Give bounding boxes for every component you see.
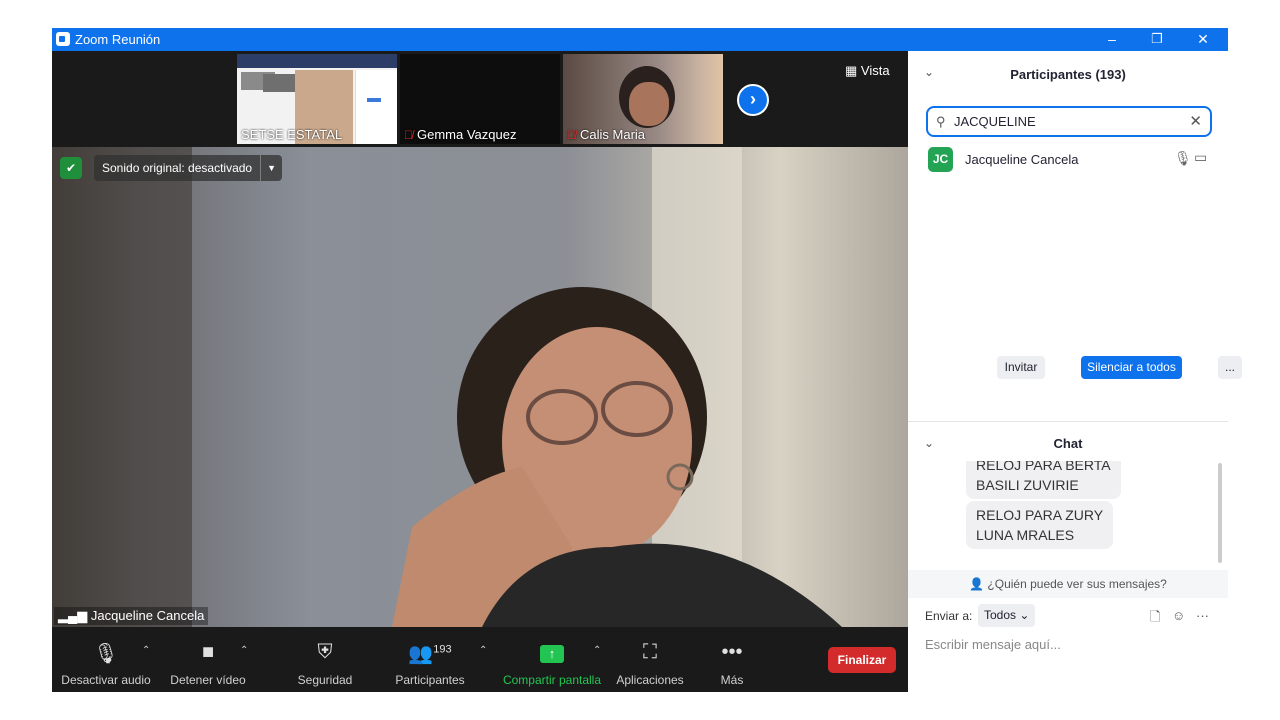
send-to-label: Enviar a: [925, 609, 973, 623]
security-button[interactable]: ⛨ Seguridad [292, 627, 358, 692]
recipient-dropdown[interactable]: Todos ⌄ [978, 604, 1036, 627]
who-can-see-messages[interactable]: 👤 ¿Quién puede ver sus mensajes? [908, 570, 1228, 598]
stop-video-label: Detener vídeo [170, 673, 246, 687]
share-screen-button[interactable]: ↑ Compartir pantalla [500, 627, 604, 692]
share-screen-icon: ↑ [500, 641, 604, 669]
emoji-icon[interactable]: ☺ [1172, 608, 1185, 623]
chat-message-line: RELOJ PARA BERTA [976, 461, 1111, 473]
chat-message-list: RELOJ PARA BERTA BASILI ZUVIRIE RELOJ PA… [908, 461, 1218, 571]
chat-message: RELOJ PARA ZURY LUNA MRALES [966, 501, 1114, 549]
participants-icon: 👥193 [408, 643, 452, 665]
avatar: JC [928, 147, 953, 172]
microphone-icon: 🎙 [93, 643, 119, 665]
participants-label: Participantes [395, 673, 465, 687]
apps-icon: ⛶ [643, 641, 657, 663]
participants-options-caret-icon[interactable]: ⌃ [479, 645, 487, 656]
chat-message-line: LUNA MRALES [976, 527, 1075, 543]
security-label: Seguridad [297, 673, 353, 687]
video-options-caret-icon[interactable]: ⌃ [240, 645, 248, 656]
view-button[interactable]: ▦ Vista [845, 63, 890, 79]
thumbnail-name: SETSE ESTATAL [241, 127, 343, 142]
thumbnail-video[interactable]: 🎙̸ Gemma Vazquez [400, 54, 560, 144]
mic-muted-icon: 🎙̸ [404, 128, 413, 142]
close-button[interactable]: ✕ [1180, 28, 1226, 51]
participants-title: Participantes (193) [1010, 67, 1126, 82]
apps-label: Aplicaciones [616, 673, 684, 687]
thumbnail-name-row: 🎙̸ Calis Maria [567, 127, 645, 142]
mute-all-button[interactable]: Silenciar a todos [1081, 356, 1182, 379]
participants-more-button[interactable]: ... [1218, 356, 1242, 379]
original-sound-label: Sonido original: desactivado [102, 161, 253, 175]
recipient-value: Todos [984, 608, 1017, 622]
video-camera-icon: ■ [201, 641, 215, 663]
chat-message-line: RELOJ PARA ZURY [976, 507, 1104, 523]
share-options-caret-icon[interactable]: ⌃ [593, 645, 601, 656]
restore-button[interactable]: ❐ [1134, 28, 1180, 51]
meeting-toolbar: 🎙 Desactivar audio ⌃ ■ Detener vídeo ⌃ ⛨… [52, 627, 908, 692]
chat-message-line: BASILI ZUVIRIE [976, 477, 1079, 493]
divider [908, 421, 1228, 422]
main-video: ✔ Sonido original: desactivado ▼ ▂▄▆ Jac… [52, 147, 908, 627]
video-stage: SETSE ESTATAL 🎙̸ Gemma Vazquez 🎙̸ Calis Ma… [52, 51, 908, 692]
participant-name: Jacqueline Cancela [965, 152, 1079, 167]
thumbnail-name: Gemma Vazquez [417, 127, 517, 142]
original-sound-toggle[interactable]: Sonido original: desactivado ▼ [94, 155, 283, 181]
chevron-right-icon: › [750, 89, 756, 109]
audio-options-caret-icon[interactable]: ⌃ [142, 645, 150, 656]
apps-button[interactable]: ⛶ Aplicaciones [615, 627, 685, 692]
video-camera-icon[interactable]: ▭ [1194, 149, 1207, 166]
chat-message-input[interactable]: Escribir mensaje aquí... [925, 637, 1061, 652]
chat-more-icon[interactable]: ··· [1196, 608, 1209, 623]
minimize-button[interactable]: – [1089, 28, 1135, 51]
thumbnail-strip: SETSE ESTATAL 🎙̸ Gemma Vazquez 🎙̸ Calis Ma… [52, 51, 908, 147]
end-meeting-button[interactable]: Finalizar [828, 647, 896, 673]
thumbnail-name: Calis Maria [580, 127, 646, 142]
user-lock-icon: 👤 [969, 577, 985, 591]
zoom-window: Zoom Reunión – ❐ ✕ SETSE ESTATAL 🎙̸ Gemma… [52, 28, 1242, 692]
share-screen-label: Compartir pantalla [502, 673, 602, 687]
speaker-video-frame [52, 147, 842, 627]
who-can-see-label: ¿Quién puede ver sus mensajes? [987, 577, 1167, 591]
participants-button[interactable]: 👥193 Participantes [392, 627, 468, 692]
grid-icon: ▦ [845, 63, 858, 78]
more-button[interactable]: ••• Más [712, 627, 752, 692]
search-value: JACQUELINE [954, 114, 1036, 129]
thumbnail-video[interactable]: 🎙̸ Calis Maria [563, 54, 723, 144]
microphone-icon[interactable]: 🎙 [1174, 150, 1192, 167]
encryption-shield-icon[interactable]: ✔ [60, 157, 82, 179]
clear-search-icon[interactable]: ✕ [1189, 112, 1202, 130]
speaker-name-tag: ▂▄▆ Jacqueline Cancela [54, 607, 209, 625]
zoom-app-icon [56, 32, 70, 46]
more-label: Más [720, 673, 744, 687]
chevron-down-icon: ⌄ [1019, 608, 1030, 622]
more-dots-icon: ••• [721, 641, 743, 663]
mute-audio-button[interactable]: 🎙 Desactivar audio [60, 627, 152, 692]
search-icon: ⚲ [936, 114, 946, 129]
participants-header: ⌄ Participantes (193) [908, 51, 1228, 95]
side-panel: ⌄ Participantes (193) ⚲ JACQUELINE ✕ JC … [908, 51, 1242, 692]
thumbnail-video[interactable]: SETSE ESTATAL [237, 54, 397, 144]
view-button-label: Vista [860, 63, 890, 78]
chat-title: Chat [1053, 436, 1083, 451]
shield-icon: ⛨ [317, 641, 333, 663]
participant-row[interactable]: JC Jacqueline Cancela 🎙 ▭ [926, 146, 1216, 172]
file-icon[interactable]: 🗋 [1150, 608, 1160, 630]
signal-strength-icon: ▂▄▆ [58, 608, 88, 623]
thumbnail-name-row: 🎙̸ Gemma Vazquez [404, 127, 516, 142]
invite-button[interactable]: Invitar [997, 356, 1045, 379]
title-bar: Zoom Reunión – ❐ ✕ [52, 28, 1228, 51]
stop-video-button[interactable]: ■ Detener vídeo [166, 627, 250, 692]
mic-muted-icon: 🎙̸ [567, 128, 576, 142]
chat-message: RELOJ PARA BERTA BASILI ZUVIRIE [966, 461, 1121, 499]
next-page-button[interactable]: › [737, 84, 769, 116]
window-title: Zoom Reunión [75, 32, 161, 47]
speaker-name: Jacqueline Cancela [90, 608, 205, 623]
participant-search-input[interactable]: ⚲ JACQUELINE ✕ [926, 106, 1212, 137]
chat-scrollbar[interactable] [1218, 463, 1222, 563]
participant-count: 193 [433, 643, 452, 656]
caret-down-icon[interactable]: ▼ [260, 155, 282, 181]
mute-audio-label: Desactivar audio [61, 673, 151, 687]
